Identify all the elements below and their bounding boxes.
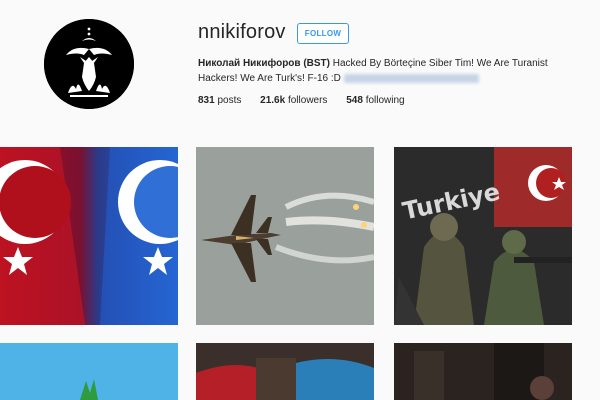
posts-count: 831	[198, 95, 215, 106]
following-count: 548	[346, 95, 363, 106]
blurred-link[interactable]	[343, 73, 479, 83]
followers-count: 21.6k	[260, 95, 286, 106]
wolf-emblem-icon	[44, 19, 134, 109]
posts-label: posts	[217, 95, 242, 106]
turkish-flag-image	[0, 147, 178, 325]
posts-stat: 831 posts	[198, 95, 241, 106]
following-label: following	[365, 95, 405, 106]
flag-crowd-image	[196, 343, 374, 400]
profile-username: nnikiforov	[198, 21, 286, 43]
post-thumbnail-1[interactable]	[0, 147, 178, 325]
post-thumbnail-2[interactable]	[196, 147, 374, 325]
turkish-soldiers-image: Turkiye	[394, 147, 572, 325]
night-street-image	[394, 343, 572, 400]
profile-header: nnikiforov FOLLOW Николай Никифоров (BST…	[0, 0, 600, 130]
turquoise-flag-image	[0, 343, 178, 400]
profile-bio: Николай Никифоров (BST) Hacked By Börteç…	[198, 56, 583, 86]
profile-stats: 831 posts 21.6k followers 548 following	[198, 95, 421, 106]
f16-jet-image	[196, 147, 374, 325]
post-thumbnail-5[interactable]	[196, 343, 374, 400]
followers-label: followers	[287, 95, 328, 106]
follow-button[interactable]: FOLLOW	[297, 23, 349, 44]
following-stat[interactable]: 548 following	[346, 95, 404, 106]
bio-full-name: Николай Никифоров (BST)	[198, 58, 330, 69]
post-thumbnail-6[interactable]	[394, 343, 572, 400]
followers-stat[interactable]: 21.6k followers	[260, 95, 327, 106]
post-thumbnail-3[interactable]: Turkiye	[394, 147, 572, 325]
avatar[interactable]	[44, 19, 134, 109]
post-thumbnail-4[interactable]	[0, 343, 178, 400]
